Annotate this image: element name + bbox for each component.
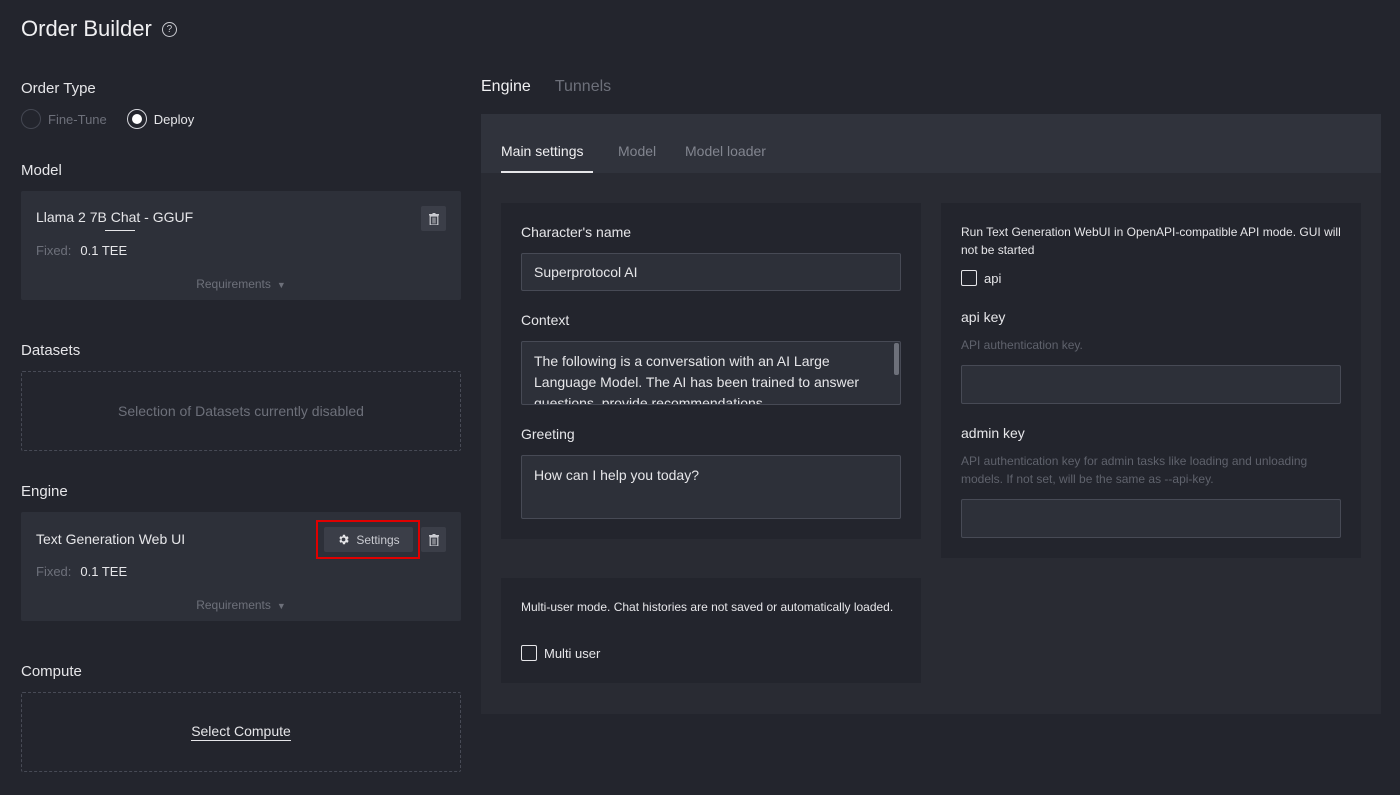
api-label: api xyxy=(984,270,1002,286)
triangle-down-icon: ▼ xyxy=(276,601,286,611)
compute-box: Select Compute xyxy=(21,692,461,772)
model-fixed-label: Fixed: xyxy=(36,243,72,258)
order-type-label: Order Type xyxy=(21,80,96,97)
multi-user-checkbox[interactable] xyxy=(521,645,537,661)
page-title: Order Builder ? xyxy=(21,16,177,42)
admin-key-label: admin key xyxy=(961,425,1025,441)
radio-circle-icon xyxy=(21,109,41,129)
character-name-label: Character's name xyxy=(521,224,632,240)
character-name-input[interactable]: Superprotocol AI xyxy=(521,253,901,291)
sub-tab-bar: Main settings Model Model loader xyxy=(481,114,1381,173)
settings-label: Settings xyxy=(356,532,400,547)
greeting-textarea[interactable]: How can I help you today? xyxy=(521,455,901,519)
multi-user-label: Multi user xyxy=(544,645,601,661)
order-type-radio-group: Fine-Tune Deploy xyxy=(21,109,194,129)
model-price: Fixed: 0.1 TEE xyxy=(36,243,127,258)
engine-label: Engine xyxy=(21,483,68,500)
admin-key-description: API authentication key for admin tasks l… xyxy=(961,454,1308,486)
top-tabs: Engine Tunnels xyxy=(481,78,611,100)
engine-requirements-label: Requirements xyxy=(196,598,271,612)
datasets-box: Selection of Datasets currently disabled xyxy=(21,371,461,451)
tab-main-settings[interactable]: Main settings xyxy=(501,143,583,159)
compute-label: Compute xyxy=(21,663,82,680)
engine-price: Fixed: 0.1 TEE xyxy=(36,564,127,579)
engine-delete-button[interactable] xyxy=(421,527,446,552)
context-textarea[interactable]: The following is a conversation with an … xyxy=(521,341,901,405)
greeting-label: Greeting xyxy=(521,426,575,442)
model-card: Llama 2 7B Chat - GGUF Fixed: 0.1 TEE Re… xyxy=(21,191,461,300)
engine-name: Text Generation Web UI xyxy=(36,531,186,547)
engine-settings-button[interactable]: Settings xyxy=(324,527,413,552)
tab-engine[interactable]: Engine xyxy=(481,78,531,100)
api-key-description: API authentication key. xyxy=(961,338,1083,352)
radio-fine-tune[interactable]: Fine-Tune xyxy=(21,109,107,129)
radio-fine-tune-label: Fine-Tune xyxy=(48,111,107,127)
select-compute-link[interactable]: Select Compute xyxy=(191,723,291,741)
multi-user-card: Multi-user mode. Chat histories are not … xyxy=(501,578,921,683)
api-key-input[interactable] xyxy=(961,365,1341,404)
model-requirements-toggle[interactable]: Requirements ▼ xyxy=(21,277,461,291)
active-tab-indicator xyxy=(501,171,593,173)
radio-selected-icon xyxy=(126,109,147,129)
context-text: The following is a conversation with an … xyxy=(534,353,860,405)
model-name: Llama 2 7B Chat - GGUF xyxy=(36,209,194,225)
tab-model-loader[interactable]: Model loader xyxy=(685,143,766,159)
page-title-text: Order Builder xyxy=(21,16,152,41)
gear-icon xyxy=(339,534,349,545)
cursor-underline xyxy=(105,230,135,231)
radio-deploy-label: Deploy xyxy=(153,111,195,127)
datasets-label: Datasets xyxy=(21,342,81,359)
api-key-label: api key xyxy=(961,309,1006,325)
context-label: Context xyxy=(521,312,570,328)
triangle-down-icon: ▼ xyxy=(276,280,286,290)
multi-user-description: Multi-user mode. Chat histories are not … xyxy=(521,600,894,614)
tab-model[interactable]: Model xyxy=(618,143,656,159)
datasets-disabled-message: Selection of Datasets currently disabled xyxy=(118,403,364,419)
engine-requirements-toggle[interactable]: Requirements ▼ xyxy=(21,598,461,612)
engine-settings-panel: Main settings Model Model loader Charact… xyxy=(481,114,1381,714)
model-requirements-label: Requirements xyxy=(196,277,271,291)
api-checkbox[interactable] xyxy=(961,270,977,286)
multi-user-checkbox-row[interactable]: Multi user xyxy=(521,645,600,661)
radio-deploy[interactable]: Deploy xyxy=(126,109,195,129)
engine-fixed-label: Fixed: xyxy=(36,564,72,579)
model-delete-button[interactable] xyxy=(421,206,446,231)
admin-key-input[interactable] xyxy=(961,499,1341,538)
greeting-text: How can I help you today? xyxy=(534,467,699,483)
api-description: Run Text Generation WebUI in OpenAPI-com… xyxy=(961,225,1341,257)
character-settings-card: Character's name Superprotocol AI Contex… xyxy=(501,203,921,539)
model-label: Model xyxy=(21,162,62,179)
engine-fixed-value: 0.1 TEE xyxy=(80,564,128,579)
tab-tunnels[interactable]: Tunnels xyxy=(555,78,611,100)
trash-icon xyxy=(428,212,439,225)
trash-icon xyxy=(428,533,439,546)
api-checkbox-row[interactable]: api xyxy=(961,270,1001,286)
api-settings-card: Run Text Generation WebUI in OpenAPI-com… xyxy=(941,203,1361,558)
model-fixed-value: 0.1 TEE xyxy=(80,243,128,258)
help-icon[interactable]: ? xyxy=(161,21,177,37)
context-scrollbar[interactable] xyxy=(894,343,899,375)
